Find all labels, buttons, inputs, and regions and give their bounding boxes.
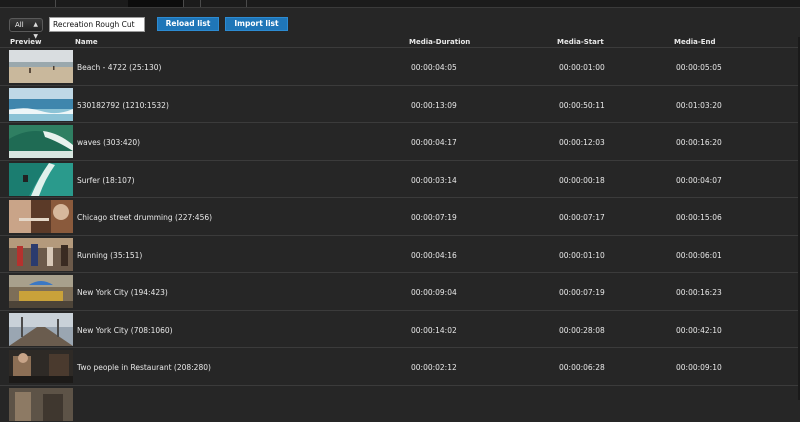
- top-tab-4[interactable]: [183, 0, 201, 7]
- table-row[interactable]: Beach - 4722 (25:130) 00:00:04:05 00:00:…: [0, 47, 800, 85]
- clip-media-end: 00:00:15:06: [676, 213, 722, 222]
- table-row[interactable]: 530182792 (1210:1532) 00:00:13:09 00:00:…: [0, 85, 800, 123]
- clip-name: Surfer (18:107): [77, 176, 135, 185]
- clip-media-start: 00:00:01:00: [559, 63, 605, 72]
- column-header-name[interactable]: Name: [75, 38, 98, 46]
- preview-thumbnail: [9, 88, 73, 121]
- clip-name: Two people in Restaurant (208:280): [77, 363, 211, 372]
- clip-media-duration: 00:00:04:16: [411, 251, 457, 260]
- clip-media-start: 00:00:07:17: [559, 213, 605, 222]
- preview-thumbnail: [9, 125, 73, 158]
- preview-thumbnail: [9, 200, 73, 233]
- preview-thumbnail: [9, 50, 73, 83]
- preview-thumbnail: [9, 350, 73, 383]
- top-tab-3[interactable]: [128, 0, 184, 7]
- column-header-media-start[interactable]: Media-Start: [557, 38, 604, 46]
- clip-media-duration: 00:00:14:02: [411, 326, 457, 335]
- reload-list-button[interactable]: Reload list: [157, 17, 219, 31]
- top-tab-2[interactable]: [55, 0, 129, 7]
- list-title-input[interactable]: Recreation Rough Cut: [49, 17, 145, 32]
- clip-name: Running (35:151): [77, 251, 142, 260]
- filter-select[interactable]: All ▲▼: [9, 18, 43, 32]
- clip-media-end: 00:00:42:10: [676, 326, 722, 335]
- top-tab-1[interactable]: [0, 0, 56, 7]
- clip-name: New York City (194:423): [77, 288, 168, 297]
- clip-name: waves (303:420): [77, 138, 140, 147]
- top-tab-bar: [0, 0, 800, 8]
- clip-media-duration: 00:00:07:19: [411, 213, 457, 222]
- clip-media-start: 00:00:12:03: [559, 138, 605, 147]
- clip-media-duration: 00:00:04:17: [411, 138, 457, 147]
- toolbar: All ▲▼ Recreation Rough Cut Reload list …: [0, 17, 800, 35]
- clip-media-end: 00:00:16:23: [676, 288, 722, 297]
- preview-thumbnail: [9, 163, 73, 196]
- clip-media-end: 00:00:06:01: [676, 251, 722, 260]
- table-row[interactable]: waves (303:420) 00:00:04:17 00:00:12:03 …: [0, 122, 800, 160]
- clip-media-end: 00:01:03:20: [676, 101, 722, 110]
- column-header-preview[interactable]: Preview: [10, 38, 42, 46]
- table-row[interactable]: Surfer (18:107) 00:00:03:14 00:00:00:18 …: [0, 160, 800, 198]
- preview-thumbnail: [9, 388, 73, 421]
- import-list-button[interactable]: Import list: [225, 17, 288, 31]
- clip-name: Chicago street drumming (227:456): [77, 213, 212, 222]
- preview-thumbnail: [9, 313, 73, 346]
- table-header: Preview Name Media-Duration Media-Start …: [0, 37, 800, 47]
- table-row[interactable]: New York City (708:1060) 00:00:14:02 00:…: [0, 310, 800, 348]
- column-header-media-duration[interactable]: Media-Duration: [409, 38, 470, 46]
- clip-media-end: 00:00:05:05: [676, 63, 722, 72]
- clip-media-duration: 00:00:13:09: [411, 101, 457, 110]
- clip-media-start: 00:00:01:10: [559, 251, 605, 260]
- clip-media-duration: 00:00:03:14: [411, 176, 457, 185]
- clip-name: 530182792 (1210:1532): [77, 101, 169, 110]
- clip-name: New York City (708:1060): [77, 326, 173, 335]
- clip-media-start: 00:00:28:08: [559, 326, 605, 335]
- table-row[interactable]: New York City (194:423) 00:00:09:04 00:0…: [0, 272, 800, 310]
- clip-media-end: 00:00:09:10: [676, 363, 722, 372]
- table-row[interactable]: Running (35:151) 00:00:04:16 00:00:01:10…: [0, 235, 800, 273]
- clip-name: Beach - 4722 (25:130): [77, 63, 161, 72]
- column-header-media-end[interactable]: Media-End: [674, 38, 716, 46]
- table-row[interactable]: [0, 385, 800, 422]
- clip-media-start: 00:00:07:19: [559, 288, 605, 297]
- top-tab-5[interactable]: [200, 0, 247, 7]
- preview-thumbnail: [9, 275, 73, 308]
- table-row[interactable]: Chicago street drumming (227:456) 00:00:…: [0, 197, 800, 235]
- table-row[interactable]: Two people in Restaurant (208:280) 00:00…: [0, 347, 800, 385]
- clip-media-end: 00:00:16:20: [676, 138, 722, 147]
- clip-media-duration: 00:00:09:04: [411, 288, 457, 297]
- clip-media-start: 00:00:50:11: [559, 101, 605, 110]
- clip-media-start: 00:00:06:28: [559, 363, 605, 372]
- clip-media-start: 00:00:00:18: [559, 176, 605, 185]
- filter-select-value: All: [15, 21, 24, 29]
- preview-thumbnail: [9, 238, 73, 271]
- clip-media-duration: 00:00:02:12: [411, 363, 457, 372]
- clip-media-end: 00:00:04:07: [676, 176, 722, 185]
- clip-table: Beach - 4722 (25:130) 00:00:04:05 00:00:…: [0, 47, 800, 422]
- clip-media-duration: 00:00:04:05: [411, 63, 457, 72]
